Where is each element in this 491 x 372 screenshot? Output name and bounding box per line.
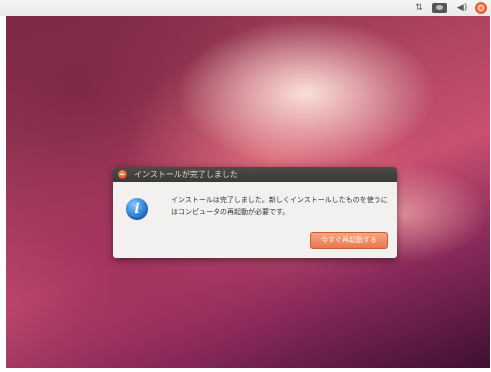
close-button[interactable]: [118, 170, 127, 179]
restart-now-button[interactable]: 今すぐ再起動する: [310, 232, 388, 249]
screen: ⇅ ◀) インストールが完了しました i インストールは完了しました。新しくイン…: [0, 0, 491, 372]
mail-icon[interactable]: [432, 3, 447, 13]
dialog-titlebar[interactable]: インストールが完了しました: [113, 167, 397, 182]
dialog-message: インストールは完了しました。新しくインストールしたものを使うにはコンピュータの再…: [171, 196, 388, 216]
network-icon[interactable]: ⇅: [412, 2, 426, 14]
top-panel: ⇅ ◀): [0, 0, 491, 16]
power-icon[interactable]: [475, 2, 487, 14]
dialog-title: インストールが完了しました: [134, 170, 238, 179]
info-icon: i: [126, 198, 148, 220]
desktop-wallpaper: インストールが完了しました i インストールは完了しました。新しくインストールし…: [6, 16, 490, 368]
install-complete-dialog: インストールが完了しました i インストールは完了しました。新しくインストールし…: [113, 167, 397, 258]
sound-icon[interactable]: ◀): [455, 2, 469, 14]
